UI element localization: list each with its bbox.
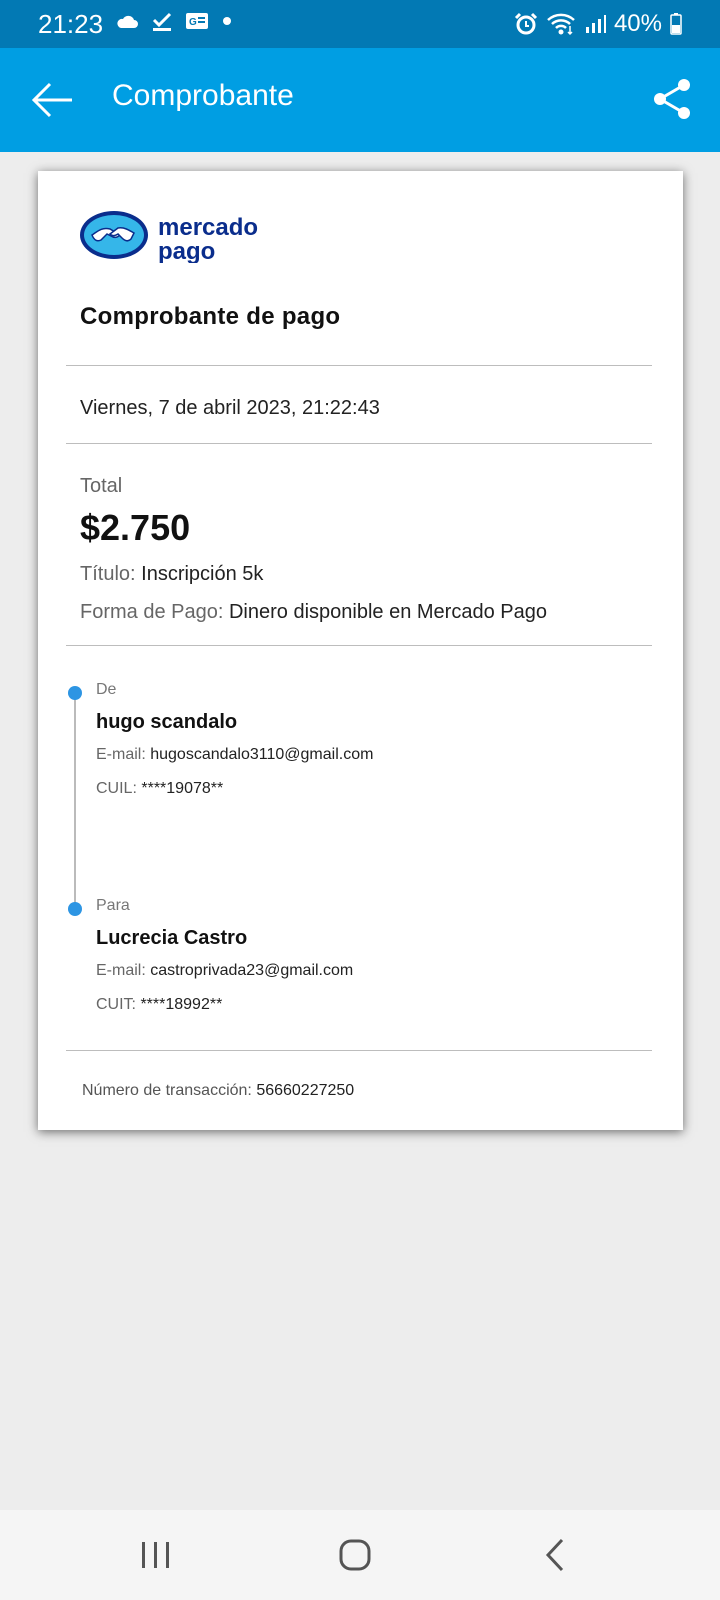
wifi-icon [547, 13, 575, 36]
signal-icon [585, 15, 606, 33]
from-name: hugo scandalo [96, 711, 238, 733]
total-amount: $2.750 [80, 507, 191, 548]
status-time: 21:23 [38, 9, 104, 39]
timeline-dot-from [68, 686, 82, 700]
app-bar: Comprobante [0, 48, 720, 152]
divider [66, 365, 652, 366]
to-email: castroprivada23@gmail.com [150, 962, 354, 979]
svg-text:G: G [189, 17, 197, 28]
dot-icon [223, 17, 231, 25]
share-icon[interactable] [652, 77, 692, 121]
timeline-line [74, 693, 76, 909]
to-name: Lucrecia Castro [96, 927, 248, 949]
from-email: hugoscandalo3110@gmail.com [150, 746, 374, 763]
status-bar: 21:23 G 40% [0, 0, 720, 48]
receipt-title: Comprobante de pago [80, 303, 341, 330]
title-row: Título: Inscripción 5k [80, 563, 263, 586]
divider [66, 1050, 652, 1051]
from-email-label: E-mail: [96, 746, 146, 763]
payment-method-value: Dinero disponible en Mercado Pago [228, 601, 547, 623]
check-icon [152, 12, 172, 31]
cloud-icon [117, 15, 138, 28]
transaction-label: Número de transacción: [82, 1082, 252, 1099]
from-id-row: CUIL: ****19078** [96, 780, 223, 798]
back-arrow-icon[interactable] [30, 80, 74, 120]
timeline-dot-to [68, 902, 82, 916]
home-icon[interactable] [334, 1534, 378, 1578]
title-label: Título: [80, 563, 136, 585]
page-title: Comprobante [112, 79, 294, 112]
notification-icons: G [115, 10, 233, 32]
mercado-pago-logo: mercado pago [80, 211, 258, 263]
to-email-label: E-mail: [96, 962, 146, 979]
payment-date: Viernes, 7 de abril 2023, 21:22:43 [80, 397, 380, 419]
battery-percent: 40% [613, 10, 662, 37]
total-label: Total [80, 475, 123, 497]
logo-text-mercado: mercado [158, 214, 258, 241]
logo-text-pago: pago [158, 238, 215, 263]
payment-method-row: Forma de Pago: Dinero disponible en Merc… [80, 601, 547, 624]
divider [66, 645, 652, 646]
from-id: ****19078** [141, 780, 224, 797]
back-nav-icon[interactable] [538, 1534, 582, 1578]
to-id: ****18992** [140, 996, 223, 1013]
battery-icon [670, 13, 682, 35]
title-value: Inscripción 5k [141, 563, 264, 585]
system-nav-bar [0, 1510, 720, 1600]
transaction-number: 56660227250 [256, 1082, 355, 1099]
recent-apps-icon[interactable] [134, 1534, 178, 1578]
from-id-label: CUIL: [96, 780, 137, 797]
to-id-label: CUIT: [96, 996, 136, 1013]
to-label: Para [96, 897, 130, 914]
news-icon: G [186, 13, 208, 29]
from-email-row: E-mail: hugoscandalo3110@gmail.com [96, 746, 373, 764]
system-icons: 40% [514, 10, 682, 38]
from-label: De [96, 681, 117, 698]
alarm-icon [514, 12, 538, 35]
receipt-card: mercado pago Comprobante de pago Viernes… [38, 171, 683, 1130]
payment-method-label: Forma de Pago: [80, 601, 224, 623]
to-email-row: E-mail: castroprivada23@gmail.com [96, 962, 353, 980]
to-id-row: CUIT: ****18992** [96, 996, 222, 1014]
transaction-row: Número de transacción: 56660227250 [82, 1082, 354, 1100]
divider [66, 443, 652, 444]
